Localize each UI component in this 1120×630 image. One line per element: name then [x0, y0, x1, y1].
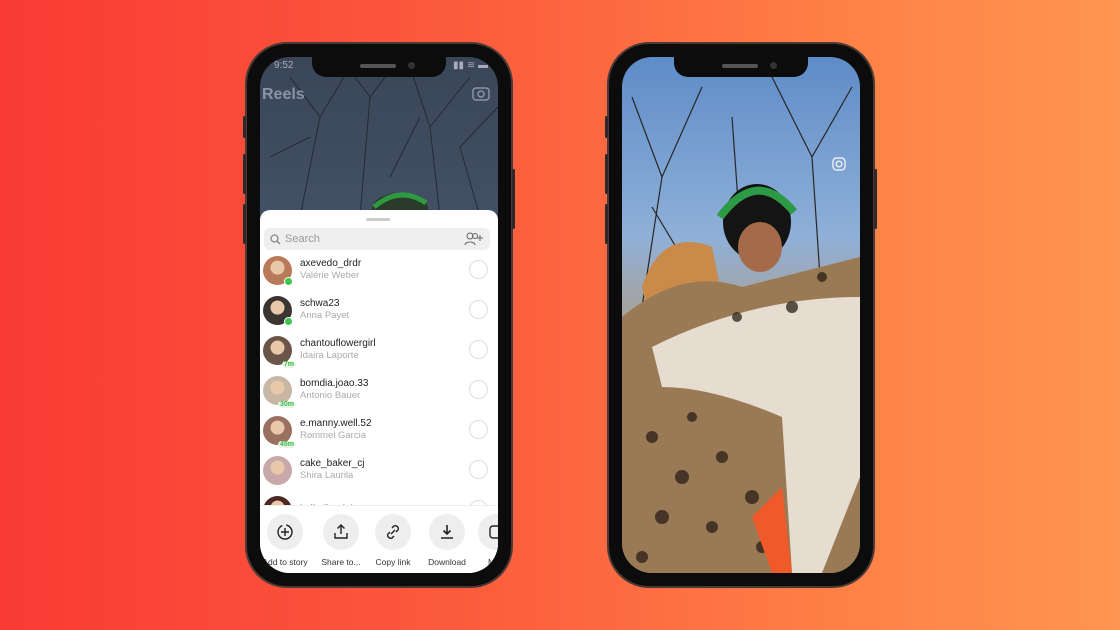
full-name: Antonio Bauer — [300, 390, 361, 401]
left-phone: 9:52 ▮▮ ≋ ▬ Reels Search axevedo_drdr Valé… — [243, 42, 515, 588]
right-phone — [605, 42, 877, 588]
list-item[interactable]: kalindi_rainbows — [260, 490, 498, 505]
active-time: 30m — [277, 400, 296, 408]
add-story-icon — [277, 524, 293, 540]
select-radio[interactable] — [469, 420, 488, 439]
share-sheet: Search axevedo_drdr Valérie Weber schwa23… — [260, 210, 498, 573]
select-radio[interactable] — [469, 340, 488, 359]
avatar — [263, 455, 292, 485]
add-story-button[interactable]: Add to story — [260, 514, 315, 567]
avatar: 7m — [263, 335, 296, 368]
full-name: Anna Payet — [300, 310, 350, 321]
list-item[interactable]: schwa23 Anna Payet — [260, 290, 498, 330]
reel-video[interactable] — [622, 57, 860, 573]
status-icons: ▮▮ ≋ ▬ — [453, 60, 488, 71]
select-radio[interactable] — [469, 260, 488, 279]
tree-branches — [269, 57, 498, 217]
active-time: 45m — [277, 440, 296, 448]
action-label: Copy link — [375, 557, 411, 567]
action-label: Add to story — [262, 557, 308, 567]
share-actions: Add to story Share to... Copy link Download… — [260, 505, 498, 573]
username: schwa23 — [300, 298, 340, 309]
username: axevedo_drdr — [300, 258, 362, 269]
drag-handle[interactable] — [366, 218, 390, 221]
full-name: Rommel Garcia — [300, 430, 366, 441]
add-people-icon[interactable] — [464, 232, 484, 246]
username: cake_baker_cj — [300, 458, 365, 469]
list-item[interactable]: cake_baker_cj Shira Laurila — [260, 450, 498, 490]
search-input[interactable]: Search — [264, 228, 490, 250]
download-icon — [441, 525, 453, 539]
avatar: 30m — [263, 375, 296, 408]
avatar — [263, 255, 293, 286]
online-indicator — [284, 316, 293, 326]
online-indicator — [284, 276, 293, 286]
link-icon — [387, 525, 399, 539]
username: e.manny.well.52 — [300, 418, 372, 429]
message-icon — [489, 525, 498, 539]
full-name: Valérie Weber — [300, 270, 360, 281]
avatar — [263, 495, 292, 505]
share-button[interactable]: Share to... — [311, 514, 371, 567]
camera-icon[interactable] — [472, 85, 490, 101]
search-icon — [270, 233, 281, 244]
search-placeholder: Search — [285, 233, 320, 245]
active-time: 7m — [281, 360, 296, 368]
select-radio[interactable] — [469, 380, 488, 399]
full-name: Shira Laurila — [300, 470, 354, 481]
select-radio[interactable] — [469, 460, 488, 479]
contact-list[interactable]: axevedo_drdr Valérie Weber schwa23 Anna Pa… — [260, 250, 498, 505]
list-item[interactable]: 30m bomdia.joao.33 Antonio Bauer — [260, 370, 498, 410]
list-item[interactable]: axevedo_drdr Valérie Weber — [260, 250, 498, 290]
username: bomdia.joao.33 — [300, 378, 369, 389]
avatar: 45m — [263, 415, 296, 448]
message-button[interactable]: Mes — [466, 514, 498, 567]
full-name: Idaira Laporte — [300, 350, 359, 361]
username: chantouflowergirl — [300, 338, 376, 349]
list-item[interactable]: 45m e.manny.well.52 Rommel Garcia — [260, 410, 498, 450]
share-icon — [334, 524, 348, 539]
link-button[interactable]: Copy link — [363, 514, 423, 567]
page-title: Reels — [262, 86, 305, 103]
list-item[interactable]: 7m chantouflowergirl Idaira Laporte — [260, 330, 498, 370]
avatar — [263, 295, 293, 326]
instagram-icon — [832, 157, 846, 171]
action-label: Share to... — [321, 557, 361, 567]
status-time: 9:52 — [274, 60, 294, 71]
select-radio[interactable] — [469, 300, 488, 319]
hug-photo — [622, 76, 860, 573]
action-label: Mes — [487, 557, 498, 567]
share-sheet-screen: 9:52 ▮▮ ≋ ▬ Reels Search axevedo_drdr Valé… — [260, 57, 498, 573]
